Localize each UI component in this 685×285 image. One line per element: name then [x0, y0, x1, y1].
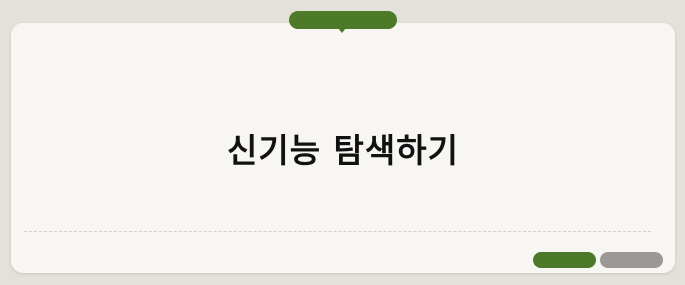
secondary-button[interactable] [600, 252, 663, 268]
page-title: 신기능 탐색하기 [226, 131, 459, 170]
primary-button[interactable] [533, 252, 596, 268]
tab-pointer-icon [338, 28, 346, 33]
top-tab[interactable] [289, 11, 397, 29]
divider [24, 231, 651, 232]
